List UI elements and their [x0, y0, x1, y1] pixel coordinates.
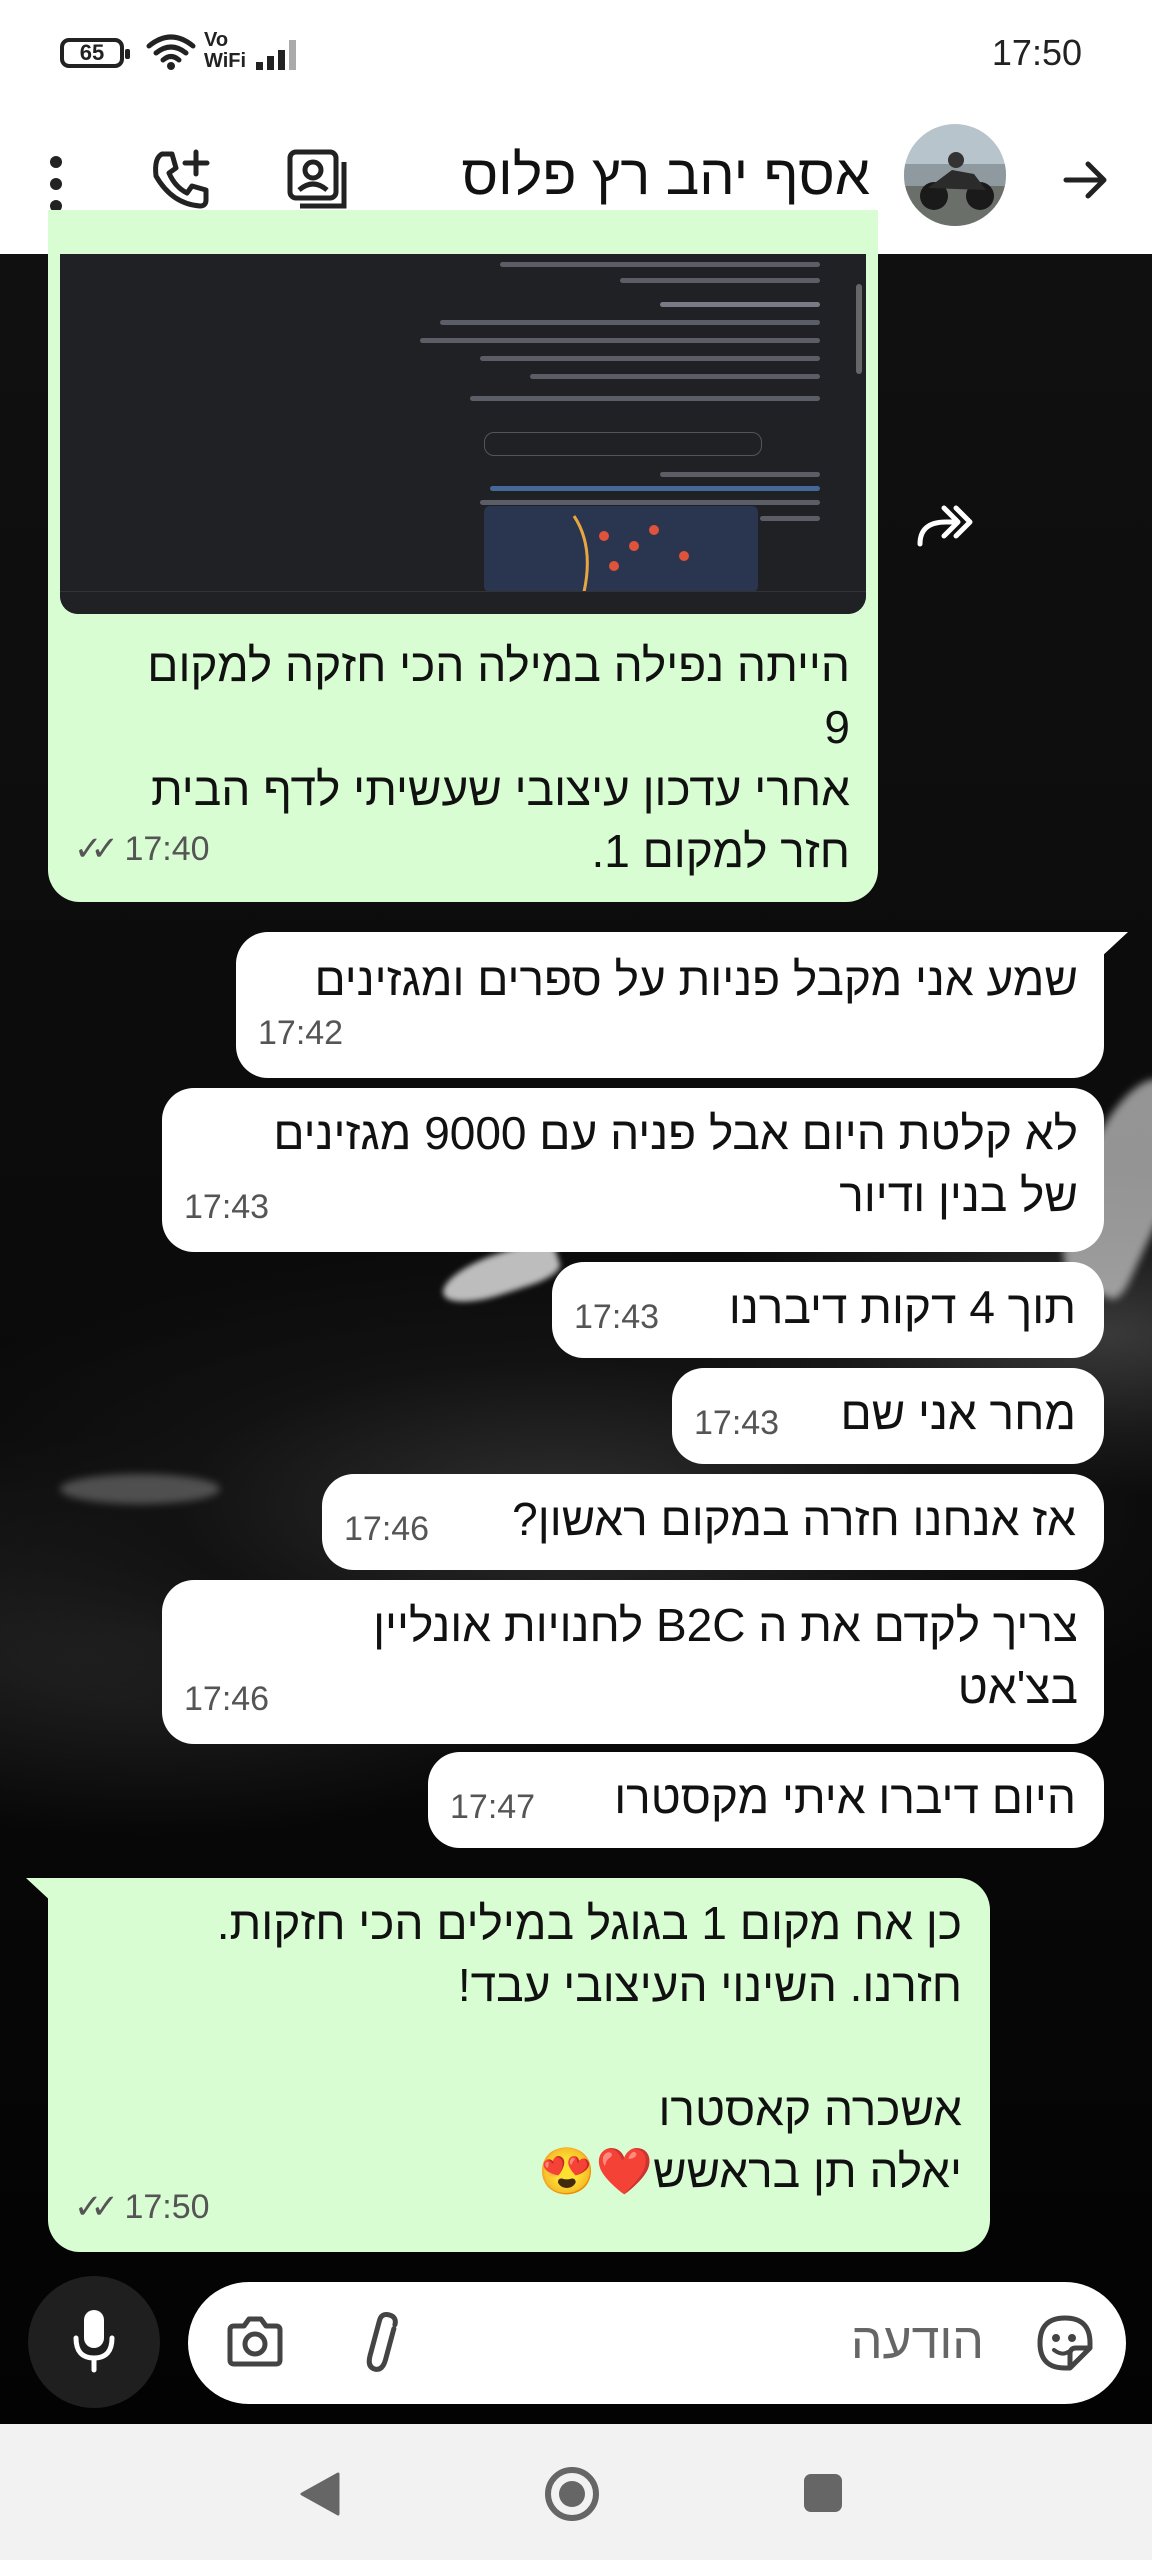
message-bubble-incoming[interactable]: תוך 4 דקות דיברנו 17:43	[552, 1262, 1104, 1358]
bubble-tail	[26, 1878, 54, 1904]
read-ticks-icon: ✓✓	[74, 2188, 119, 2226]
message-time: 17:43	[574, 1298, 660, 1336]
message-bubble-incoming[interactable]: צריך לקדם את ה B2C לחנויות אונליין בצ'אט…	[162, 1580, 1104, 1744]
status-bar: 65 Vo WiFi 17:50	[0, 0, 1152, 112]
message-input-placeholder: הודעה	[850, 2313, 984, 2369]
add-call-icon[interactable]	[148, 148, 212, 212]
bubble-tail	[1100, 932, 1128, 958]
back-arrow-icon[interactable]	[1062, 156, 1110, 204]
wallpaper-detail	[60, 1474, 220, 1504]
message-text: היום דיברו איתי מקסטרו	[614, 1771, 1076, 1823]
message-time: 17:43	[694, 1404, 780, 1442]
message-text: צריך לקדם את ה B2C לחנויות אונליין בצ'אט	[373, 1599, 1078, 1713]
message-bubble-incoming[interactable]: לא קלטת היום אבל פניה עם 9000 מגזינים של…	[162, 1088, 1104, 1252]
mic-icon	[73, 2310, 115, 2373]
contact-card-icon[interactable]	[286, 148, 348, 210]
shared-image[interactable]	[60, 254, 866, 614]
message-time: 17:46	[184, 1680, 270, 1718]
message-bubble-incoming[interactable]: שמע אני מקבל פניות על ספרים ומגזינים 17:…	[236, 932, 1104, 1078]
message-time: ✓✓ 17:40	[74, 830, 210, 868]
sticker-icon[interactable]	[1036, 2314, 1094, 2372]
nav-home-icon[interactable]	[542, 2464, 602, 2524]
wifi-icon	[146, 34, 196, 70]
signal-icon	[256, 40, 296, 70]
more-options-icon[interactable]	[46, 152, 66, 216]
nav-back-icon[interactable]	[298, 2470, 342, 2518]
message-bubble-outgoing[interactable]: כן אח מקום 1 בגוגל במילים הכי חזקות. חזר…	[48, 1878, 990, 2252]
avatar[interactable]	[904, 124, 1006, 226]
contact-name[interactable]: אסף יהב רץ פלוס	[461, 142, 870, 207]
read-ticks-icon: ✓✓	[74, 830, 119, 868]
message-bubble-incoming[interactable]: מחר אני שם 17:43	[672, 1368, 1104, 1464]
vowifi-line2: WiFi	[204, 50, 247, 72]
message-input[interactable]: הודעה	[188, 2282, 1126, 2404]
message-time: 17:46	[344, 1510, 430, 1548]
nav-recents-icon[interactable]	[802, 2472, 844, 2514]
forward-icon[interactable]	[916, 500, 976, 550]
message-time: 17:47	[450, 1788, 536, 1826]
message-bubble-incoming[interactable]: אז אנחנו חזרה במקום ראשון? 17:46	[322, 1474, 1104, 1570]
battery-icon: 65	[60, 38, 130, 68]
status-time: 17:50	[991, 32, 1082, 73]
message-text: כן אח מקום 1 בגוגל במילים הכי חזקות. חזר…	[216, 1897, 962, 2197]
camera-icon[interactable]	[226, 2316, 284, 2368]
vowifi-indicator: Vo WiFi	[204, 30, 246, 72]
message-text: לא קלטת היום אבל פניה עם 9000 מגזינים של…	[273, 1107, 1078, 1221]
vowifi-line1: Vo	[204, 29, 229, 51]
attach-icon[interactable]	[362, 2308, 402, 2378]
message-time: ✓✓ 17:50	[74, 2188, 210, 2226]
mic-button[interactable]	[28, 2276, 160, 2408]
message-time: 17:42	[258, 1014, 344, 1052]
message-time: 17:43	[184, 1188, 270, 1226]
message-text: מחר אני שם	[840, 1387, 1076, 1439]
message-text: שמע אני מקבל פניות על ספרים ומגזינים	[314, 953, 1078, 1005]
message-text: תוך 4 דקות דיברנו	[728, 1281, 1076, 1333]
message-text: אז אנחנו חזרה במקום ראשון?	[512, 1493, 1076, 1545]
system-nav-bar	[0, 2424, 1152, 2560]
message-bubble-incoming[interactable]: היום דיברו איתי מקסטרו 17:47	[428, 1752, 1104, 1848]
